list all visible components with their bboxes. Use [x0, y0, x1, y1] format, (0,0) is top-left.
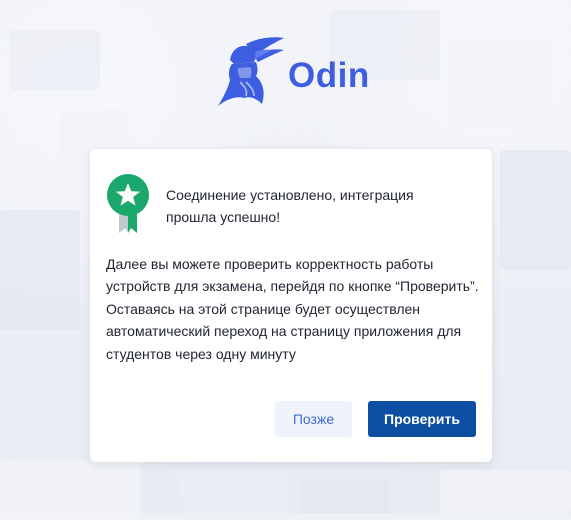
check-button[interactable]: Проверить: [368, 401, 476, 437]
logo: Odin: [216, 34, 370, 108]
success-ribbon-icon: [107, 174, 149, 233]
dialog-body: Далее вы можете проверить корректность р…: [106, 253, 481, 365]
integration-success-dialog: Соединение установлено, интеграция прошл…: [90, 149, 492, 462]
success-message: Соединение установлено, интеграция прошл…: [166, 187, 414, 225]
viking-head-icon: [218, 37, 284, 106]
later-button[interactable]: Позже: [275, 401, 352, 437]
auto-redirect-paragraph: Оставаясь на этой странице будет осущест…: [106, 300, 462, 362]
logo-text: Odin: [288, 56, 370, 95]
instruction-paragraph: Далее вы можете проверить корректность р…: [106, 256, 479, 295]
